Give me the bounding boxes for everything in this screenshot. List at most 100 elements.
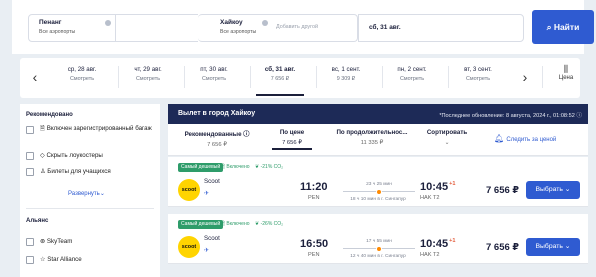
info-icon (262, 20, 268, 26)
sort-recommended[interactable]: Рекомендованные ⓘ 7 656 ₽ (178, 129, 256, 148)
select-button[interactable]: Выбрать ⌄ (526, 181, 580, 199)
track-price-text: Следить за ценой (506, 137, 557, 143)
sort-duration[interactable]: По продолжительнос... 11 335 ₽ (332, 129, 412, 146)
flight-price: 7 656 ₽ (486, 185, 520, 196)
last-updated: *Последнее обновление: 8 августа, 2024 г… (439, 111, 582, 119)
date-option[interactable]: пн, 2 сент. Смотреть (380, 64, 444, 96)
arrival-time: 10:45+1 (420, 181, 456, 193)
search-icon: ⌕ (546, 22, 554, 32)
sort-value: 11 335 ₽ (360, 140, 384, 146)
lowcost-label-text: Скрыть лоукостеры (46, 152, 103, 159)
date-option-price: Смотреть (201, 76, 227, 82)
date-option-day: пт, 30 авг. (200, 66, 228, 73)
select-button[interactable]: Выбрать ⌄ (526, 238, 580, 256)
co2-badge: ❦ -26% CO₂ (252, 220, 286, 229)
date-field[interactable]: сб, 31 авг. (358, 14, 524, 42)
next-day-marker: +1 (449, 238, 456, 244)
lowcost-label: ◇ Скрыть лоукостеры (40, 152, 103, 160)
arrival-time: 10:45+1 (420, 238, 456, 250)
baggage-checkbox[interactable] (26, 126, 34, 134)
students-label-text: Билеты для учащихся (47, 168, 111, 175)
search-bar: Пенанг Все аэропорты ✈ Хайкоу Все аэропо… (12, 0, 594, 54)
sort-value: 7 656 ₽ (207, 142, 227, 148)
co2-text: -26% CO₂ (260, 221, 284, 227)
co2-badge: ❦ -21% CO₂ (252, 163, 286, 172)
bar-chart-icon: ⫼ (563, 64, 569, 74)
destination-field[interactable]: Хайкоу Все аэропорты Добавить другой (198, 14, 358, 42)
included-text: Включено (226, 164, 250, 170)
destination-airports: Все аэропорты (220, 29, 257, 35)
info-icon (105, 20, 111, 26)
chevron-right-icon[interactable]: › (518, 66, 532, 88)
date-option[interactable]: вс, 1 сент. 9 309 ₽ (314, 64, 378, 96)
sort-price[interactable]: По цене 7 656 ₽ (272, 129, 312, 150)
track-price-link[interactable]: 🔔︎ Следить за ценой (494, 134, 556, 143)
flight-duration: 23 ч 25 мин (366, 182, 392, 187)
arrival-time-value: 10:45 (420, 238, 449, 250)
star-alliance-label-text: Star Alliance (47, 256, 82, 263)
date-option[interactable]: чт, 29 авг. Смотреть (116, 64, 180, 96)
results-header: Вылет в город Хайкоу *Последнее обновлен… (168, 104, 588, 124)
included-badge: 🗎 Включено (218, 220, 253, 229)
cheapest-badge: Самый дешевый (178, 163, 224, 172)
filters-sidebar: Рекомендовано 🗎 Включен зарегистрированн… (20, 104, 160, 277)
results-title: Вылет в город Хайкоу (178, 110, 256, 117)
date-option-price: 9 309 ₽ (336, 76, 356, 82)
results-panel: Вылет в город Хайкоу *Последнее обновлен… (168, 104, 588, 277)
flight-card[interactable]: Самый дешевый 🗎 Включено ❦ -21% CO₂ scoo… (168, 157, 588, 207)
origin-field[interactable]: Пенанг Все аэропорты (28, 14, 116, 42)
expand-link[interactable]: Развернуть⌄ (68, 190, 105, 197)
destination-city: Хайкоу (220, 19, 243, 26)
chevron-left-icon[interactable]: ‹ (28, 66, 42, 88)
chevron-down-icon: ⌄ (99, 191, 105, 197)
date-option-price: Смотреть (69, 76, 95, 82)
price-chart-button[interactable]: ⫼ Цена (554, 64, 578, 81)
date-option[interactable]: ср, 28 авг. Смотреть (50, 64, 114, 96)
date-option-selected[interactable]: сб, 31 авг. 7 656 ₽ (248, 64, 312, 96)
date-option-day: чт, 29 авг. (134, 66, 162, 73)
recommended-heading: Рекомендовано (26, 112, 73, 118)
date-option[interactable]: вт, 3 сент. Смотреть (446, 64, 510, 96)
star-alliance-checkbox[interactable] (26, 256, 34, 264)
departure-time: 16:50 (300, 238, 329, 250)
add-destination-link[interactable]: Добавить другой (276, 24, 318, 30)
leaf-icon: ❦ (255, 221, 260, 227)
alliance-heading: Альянс (26, 218, 49, 224)
info-icon: ⓘ (576, 113, 582, 119)
star-alliance-label: ☆ Star Alliance (40, 256, 82, 264)
departure-airport: PEN (308, 252, 320, 258)
date-option-day: сб, 31 авг. (264, 66, 296, 73)
chevron-down-icon: ⌄ (444, 140, 450, 146)
sort-label: По продолжительнос... (336, 129, 408, 136)
date-option[interactable]: пт, 30 авг. Смотреть (182, 64, 246, 96)
skyteam-checkbox[interactable] (26, 238, 34, 246)
date-option-day: вт, 3 сент. (464, 66, 492, 73)
origin-city: Пенанг (39, 19, 62, 26)
suitcase-icon: 🗎 (40, 125, 47, 132)
bag-icon: 🗎 (221, 221, 226, 227)
find-button[interactable]: ⌕ Найти (532, 10, 594, 44)
included-badge: 🗎 Включено (218, 163, 253, 172)
lowcost-checkbox[interactable] (26, 152, 34, 160)
scoot-logo: scoot (178, 236, 200, 258)
skyteam-label-text: SkyTeam (46, 238, 73, 245)
baggage-label-text: Включен зарегистрированный багаж (46, 125, 152, 132)
leaf-icon: ❦ (255, 164, 260, 170)
date-option-price: Смотреть (135, 76, 161, 82)
sort-label: По цене (279, 129, 305, 136)
flight-card[interactable]: Самый дешевый 🗎 Включено ❦ -26% CO₂ scoo… (168, 214, 588, 264)
plane-icon: ✈ (204, 248, 210, 254)
departure-time: 11:20 (300, 181, 328, 193)
students-checkbox[interactable] (26, 168, 34, 176)
cheapest-badge: Самый дешевый (178, 220, 224, 229)
skyteam-label: ⊛ SkyTeam (40, 238, 72, 246)
plane-icon: ✈ (204, 191, 210, 197)
sort-dropdown[interactable]: Сортировать ⌄ (420, 129, 474, 146)
alliance-logo-icon: ⊛ (40, 238, 47, 245)
included-text: Включено (226, 221, 250, 227)
date-option-day: ср, 28 авг. (67, 66, 97, 73)
scoot-logo: scoot (178, 179, 200, 201)
date-value: сб, 31 авг. (369, 24, 401, 31)
active-sort-indicator (272, 148, 312, 150)
selected-indicator (256, 94, 304, 96)
